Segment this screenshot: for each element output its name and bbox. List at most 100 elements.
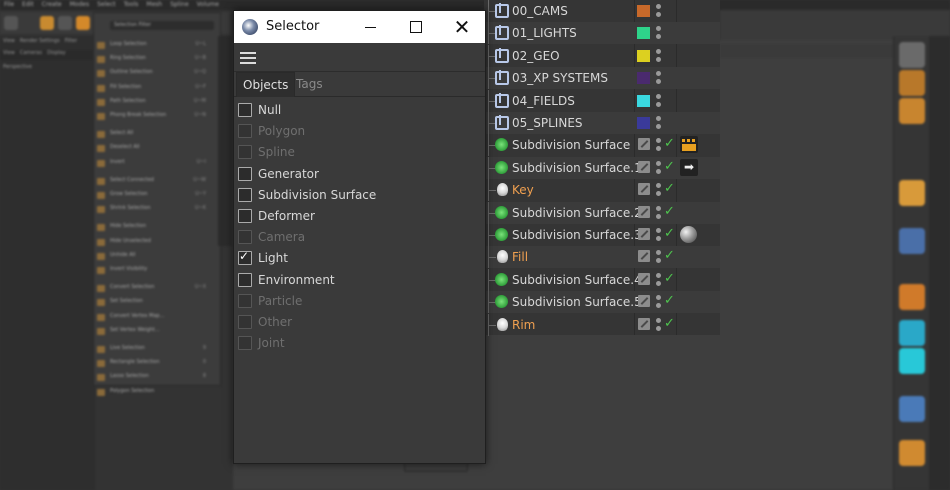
object-row[interactable]: Rim ✓ [484, 313, 720, 336]
menubar-item[interactable]: Volume [197, 0, 219, 10]
menu-item[interactable]: Set Selection [110, 298, 143, 304]
object-name[interactable]: Subdivision Surface.4 [512, 273, 642, 287]
menu-item[interactable]: Phong Break Selection [110, 112, 166, 118]
menubar-item[interactable]: Mesh [146, 0, 162, 10]
object-name[interactable]: Subdivision Surface.1 [512, 161, 642, 175]
tool-icon[interactable] [40, 16, 54, 30]
object-name[interactable]: Fill [512, 250, 528, 264]
object-name[interactable]: Rim [512, 318, 535, 332]
arrow-tag-icon[interactable]: ➡ [680, 158, 698, 176]
visibility-dots-icon[interactable] [656, 228, 662, 242]
object-name[interactable]: 01_LIGHTS [512, 26, 577, 40]
object-row[interactable]: Fill ✓ [484, 246, 720, 269]
menu-item[interactable]: Live Selection [110, 345, 145, 351]
visibility-dots-icon[interactable] [656, 48, 662, 63]
minimize-button[interactable] [347, 11, 393, 43]
menu-item[interactable]: Grow Selection [110, 191, 148, 197]
object-name[interactable]: Subdivision Surface.5 [512, 295, 642, 309]
object-name[interactable]: 04_FIELDS [512, 94, 575, 108]
menu-item[interactable]: Set Vertex Weight... [110, 327, 160, 333]
tool-icon[interactable] [899, 42, 925, 68]
title-bar[interactable]: Selector ✕ [234, 11, 485, 43]
checkbox[interactable] [238, 272, 252, 287]
tab-tags[interactable]: Tags [290, 72, 329, 96]
filter-deformer[interactable]: Deformer [238, 206, 315, 226]
menu-item[interactable]: Invert [110, 159, 125, 165]
edit-toggle-icon[interactable] [638, 160, 650, 173]
material-tag-icon[interactable] [680, 226, 697, 243]
panel-tab[interactable]: View [3, 38, 15, 48]
menu-item[interactable]: Invert Visibility [110, 266, 147, 272]
object-row[interactable]: 03_XP SYSTEMS [484, 67, 720, 90]
tool-icon[interactable] [899, 180, 925, 206]
layer-color-swatch[interactable] [637, 27, 650, 40]
object-name[interactable]: 00_CAMS [512, 4, 568, 18]
object-row[interactable]: Key ✓ [484, 179, 720, 202]
menu-item[interactable]: Polygon Selection [110, 388, 154, 394]
visibility-dots-icon[interactable] [656, 183, 662, 197]
clapperboard-tag-icon[interactable] [680, 136, 698, 154]
menubar-item[interactable]: Modes [70, 0, 89, 10]
object-row[interactable]: 02_GEO [484, 44, 720, 67]
layer-color-swatch[interactable] [637, 94, 650, 107]
tool-icon[interactable] [4, 16, 18, 30]
viewport-menu-item[interactable]: Display [47, 50, 65, 60]
edit-toggle-icon[interactable] [638, 272, 650, 285]
visibility-dots-icon[interactable] [656, 93, 662, 108]
tab-objects[interactable]: Objects [236, 72, 296, 97]
menubar-item[interactable]: Select [97, 0, 116, 10]
panel-tab[interactable]: Render Settings [20, 38, 60, 48]
filter-generator[interactable]: Generator [238, 164, 319, 184]
enabled-check-icon[interactable]: ✓ [664, 159, 675, 175]
layer-color-swatch[interactable] [637, 72, 650, 85]
tool-icon[interactable] [899, 70, 925, 96]
edit-toggle-icon[interactable] [638, 317, 650, 330]
object-name[interactable]: Subdivision Surface.2 [512, 206, 642, 220]
layer-color-swatch[interactable] [637, 117, 650, 129]
edit-toggle-icon[interactable] [638, 205, 650, 218]
viewport-menu-item[interactable]: Cameras [20, 50, 42, 60]
enabled-check-icon[interactable]: ✓ [664, 248, 675, 264]
enabled-check-icon[interactable]: ✓ [664, 293, 675, 309]
checkbox[interactable] [238, 187, 252, 202]
object-row[interactable]: Subdivision Surface.4 ✓ [484, 268, 720, 291]
visibility-dots-icon[interactable] [656, 71, 662, 85]
close-button[interactable]: ✕ [439, 11, 485, 43]
visibility-dots-icon[interactable] [656, 295, 662, 309]
menu-item[interactable]: Fill Selection [110, 84, 141, 90]
enabled-check-icon[interactable]: ✓ [664, 226, 675, 242]
selection-filter-item[interactable]: Selection Filter [110, 21, 214, 30]
tool-icon[interactable] [899, 98, 925, 124]
edit-toggle-icon[interactable] [638, 138, 650, 151]
menu-item[interactable]: Unhide All [110, 252, 135, 258]
object-name[interactable]: 02_GEO [512, 49, 560, 63]
edit-toggle-icon[interactable] [638, 250, 650, 263]
menubar-item[interactable]: Create [42, 0, 62, 10]
enabled-check-icon[interactable]: ✓ [664, 181, 675, 197]
visibility-dots-icon[interactable] [656, 205, 662, 220]
menubar-item[interactable]: File [4, 0, 14, 10]
menu-item[interactable]: Convert Selection [110, 284, 154, 290]
object-name[interactable]: Subdivision Surface.3 [512, 228, 642, 242]
object-row[interactable]: 00_CAMS [484, 0, 720, 22]
filter-subdivision-surface[interactable]: Subdivision Surface [238, 185, 376, 205]
tool-icon[interactable] [76, 16, 90, 30]
object-row[interactable]: Subdivision Surface.5 ✓ [484, 291, 720, 314]
menu-item[interactable]: Convert Vertex Map... [110, 313, 164, 319]
menu-item[interactable]: Lasso Selection [110, 373, 149, 379]
menu-item[interactable]: Hide Unselected [110, 238, 151, 244]
edit-toggle-icon[interactable] [638, 183, 650, 196]
tool-icon[interactable] [899, 396, 925, 422]
visibility-dots-icon[interactable] [656, 160, 662, 175]
panel-tab[interactable]: Filter [65, 38, 77, 48]
object-name[interactable]: 03_XP SYSTEMS [512, 71, 608, 85]
menu-item[interactable]: Select All [110, 130, 133, 136]
visibility-dots-icon[interactable] [656, 317, 662, 332]
layer-color-swatch[interactable] [637, 49, 650, 62]
object-name[interactable]: Key [512, 183, 534, 197]
object-row[interactable]: Subdivision Surface.3 ✓ [484, 224, 720, 246]
enabled-check-icon[interactable]: ✓ [664, 271, 675, 287]
edit-toggle-icon[interactable] [638, 228, 650, 240]
filter-null[interactable]: Null [238, 100, 281, 120]
menubar-item[interactable]: Tools [124, 0, 139, 10]
